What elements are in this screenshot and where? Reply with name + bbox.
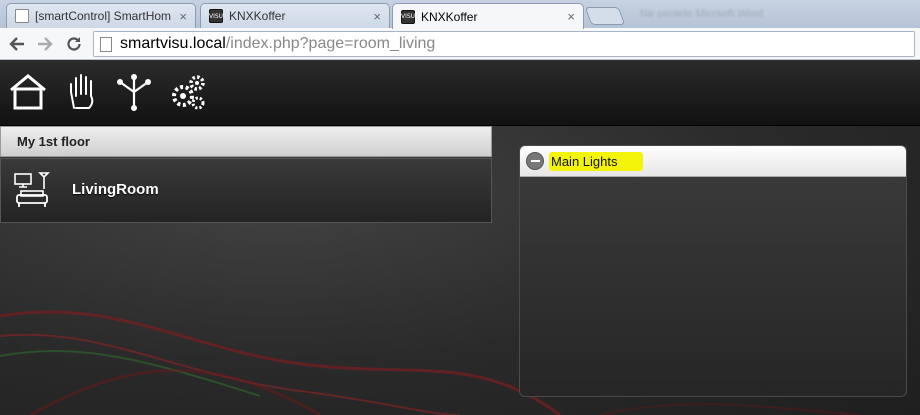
room-list-item-livingroom[interactable]: LivingRoom (0, 158, 492, 223)
close-icon[interactable]: × (567, 9, 575, 24)
back-button[interactable] (5, 32, 29, 56)
blurred-window-title: Ne sentele Micrsoft Word (640, 8, 764, 20)
forward-arrow-icon (38, 37, 53, 51)
reload-icon (67, 37, 81, 51)
floor-header: My 1st floor (0, 126, 492, 157)
page-icon (100, 36, 112, 52)
close-icon[interactable]: × (373, 9, 381, 24)
home-icon[interactable] (8, 72, 48, 112)
hand-icon[interactable] (63, 72, 103, 112)
gears-icon[interactable] (168, 72, 208, 112)
tab-title: KNXKoffer (229, 9, 286, 23)
reload-button[interactable] (62, 32, 86, 56)
room-label: LivingRoom (72, 181, 159, 198)
tab-title: KNXKoffer (421, 9, 478, 24)
living-room-icon (14, 172, 50, 207)
tab-knxkoffer-1[interactable]: VISU KNXKoffer × (200, 3, 390, 28)
collapse-icon[interactable] (526, 152, 544, 170)
close-icon[interactable]: × (179, 9, 187, 24)
widget-title: Main Lights (549, 151, 644, 171)
back-arrow-icon (9, 37, 24, 51)
visu-icon: VISU (209, 9, 223, 23)
url-path: /index.php?page=room_living (225, 35, 436, 52)
main-content: My 1st floor LivingRoom Main Lights (0, 126, 920, 415)
visu-icon: VISU (401, 9, 415, 24)
app-header (0, 60, 920, 126)
browser-tab-bar: [smartControl] SmartHom × VISU KNXKoffer… (0, 0, 920, 29)
browser-toolbar: smartvisu.local/index.php?page=room_livi… (0, 28, 920, 60)
main-lights-widget: Main Lights (519, 145, 907, 397)
forward-button[interactable] (33, 32, 57, 56)
tab-title: [smartControl] SmartHom (35, 9, 172, 23)
address-bar[interactable]: smartvisu.local/index.php?page=room_livi… (93, 31, 915, 57)
tab-knxkoffer-active[interactable]: VISU KNXKoffer × (392, 3, 584, 29)
new-tab-button[interactable] (584, 7, 626, 25)
network-icon[interactable] (114, 72, 154, 112)
url-host: smartvisu.local (120, 35, 226, 52)
widget-header[interactable]: Main Lights (520, 146, 906, 177)
page-icon (15, 9, 29, 23)
tab-smartcontrol[interactable]: [smartControl] SmartHom × (6, 3, 196, 28)
